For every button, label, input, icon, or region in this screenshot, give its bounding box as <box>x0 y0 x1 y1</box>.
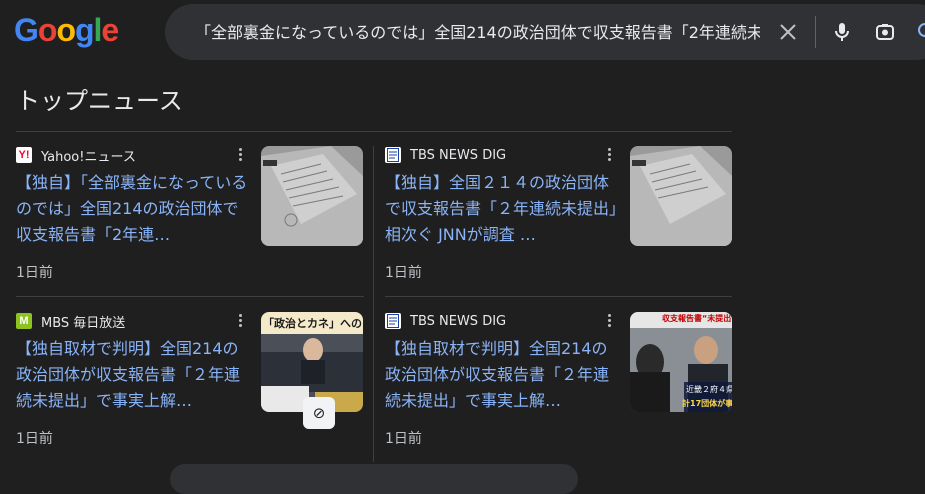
news-headline[interactable]: 【独自】全国２１４の政治団体で収支報告書「２年連続未提出」相次ぐ JNNが調査 … <box>385 170 617 248</box>
source-name: TBS NEWS DIG <box>410 313 507 329</box>
section-title: トップニュース <box>16 87 183 115</box>
thumbnail-caption: 計17団体が事実上 <box>682 399 732 408</box>
search-icon[interactable] <box>915 20 925 44</box>
news-source: M MBS 毎日放送 <box>16 312 126 331</box>
news-thumbnail[interactable] <box>630 146 732 246</box>
news-time: 1日前 <box>16 431 53 447</box>
search-divider <box>815 16 816 48</box>
thumbnail-caption: 「政治とカネ」への <box>263 317 362 330</box>
more-options-icon[interactable] <box>605 146 613 164</box>
more-options-icon[interactable] <box>236 146 244 164</box>
news-card[interactable]: Y! Yahoo!ニュース 【独自】「全部裏金になっているのでは」全国214の政… <box>16 146 364 296</box>
source-name: Yahoo!ニュース <box>41 149 136 165</box>
row-divider-left <box>16 296 364 297</box>
thumbnail-caption: 収支報告書“未提出” <box>662 314 732 323</box>
column-divider <box>373 146 374 462</box>
source-name: MBS 毎日放送 <box>41 315 126 331</box>
thumbnail-caption: 近畿２府４県 <box>686 385 732 394</box>
tv-news-thumbnail <box>630 312 732 412</box>
mbs-favicon-icon: M <box>16 313 32 329</box>
more-news-button[interactable] <box>170 464 578 494</box>
more-options-icon[interactable] <box>605 312 613 330</box>
news-thumbnail[interactable]: 収支報告書“未提出” 近畿２府４県 計17団体が事実上 <box>630 312 732 412</box>
search-input[interactable]: 「全部裏金になっているのでは」全国214の政治団体で収支報告書「2年連続未提出」 <box>195 21 760 45</box>
news-card[interactable]: M MBS 毎日放送 【独自取材で判明】全国214の政治団体が収支報告書「２年連… <box>16 312 364 462</box>
row-divider-right <box>385 296 732 297</box>
source-name: TBS NEWS DIG <box>410 147 507 163</box>
news-time: 1日前 <box>385 265 422 281</box>
search-bar[interactable]: 「全部裏金になっているのでは」全国214の政治団体で収支報告書「2年連続未提出」 <box>165 4 925 60</box>
close-icon[interactable] <box>776 20 800 44</box>
mic-icon[interactable] <box>830 20 854 44</box>
document-photo-thumbnail <box>630 146 732 246</box>
news-source: TBS NEWS DIG <box>385 312 506 330</box>
news-time: 1日前 <box>385 431 422 447</box>
camera-icon[interactable] <box>873 20 897 44</box>
yahoo-favicon-icon: Y! <box>16 147 32 163</box>
tbs-favicon-icon <box>385 147 401 163</box>
document-photo-thumbnail <box>261 146 363 246</box>
news-card[interactable]: TBS NEWS DIG 【独自】全国２１４の政治団体で収支報告書「２年連続未提… <box>385 146 733 296</box>
tbs-favicon-icon <box>385 313 401 329</box>
news-time: 1日前 <box>16 265 53 281</box>
news-thumbnail[interactable] <box>261 146 363 246</box>
news-source: Y! Yahoo!ニュース <box>16 146 136 165</box>
google-logo[interactable]: Google <box>14 12 119 48</box>
news-headline[interactable]: 【独自】「全部裏金になっているのでは」全国214の政治団体で収支報告書「2年連… <box>16 170 248 248</box>
news-headline[interactable]: 【独自取材で判明】全国214の政治団体が収支報告書「２年連続未提出」で事実上解… <box>385 336 617 414</box>
block-button[interactable]: ⊘ <box>303 397 335 429</box>
more-options-icon[interactable] <box>236 312 244 330</box>
news-headline[interactable]: 【独自取材で判明】全国214の政治団体が収支報告書「２年連続未提出」で事実上解… <box>16 336 248 414</box>
news-card[interactable]: TBS NEWS DIG 【独自取材で判明】全国214の政治団体が収支報告書「２… <box>385 312 733 462</box>
news-source: TBS NEWS DIG <box>385 146 506 164</box>
section-divider <box>16 131 732 132</box>
